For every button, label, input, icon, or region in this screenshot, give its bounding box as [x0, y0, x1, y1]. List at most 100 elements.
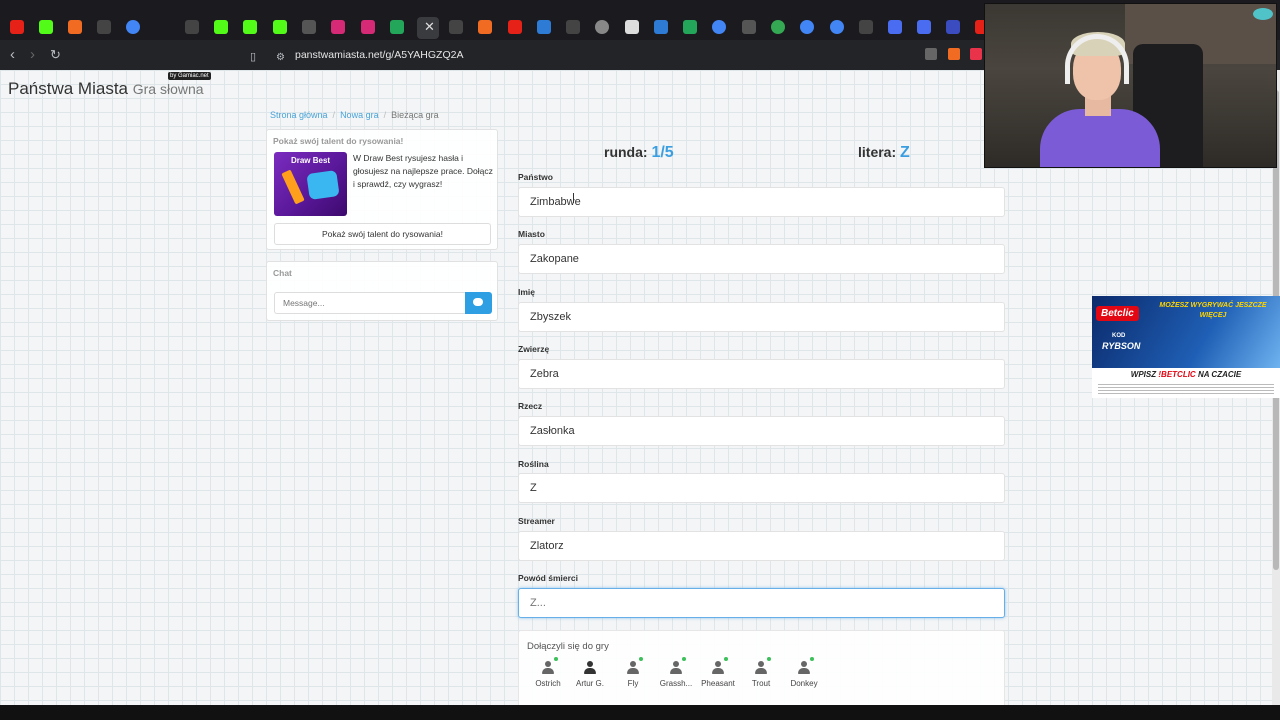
field-label-powod: Powód śmierci	[518, 573, 578, 583]
online-status-icon	[682, 657, 686, 661]
site-icon[interactable]	[625, 20, 639, 34]
field-input-zwierze[interactable]	[518, 359, 1005, 389]
online-status-icon	[554, 657, 558, 661]
promo-title: Pokaż swój talent do rysowania!	[273, 136, 404, 146]
tiktok-icon[interactable]	[859, 20, 873, 34]
site-icon[interactable]	[390, 20, 404, 34]
ad-footer: WPISZ !BETCLIC NA CZACIE	[1092, 370, 1280, 379]
field-input-streamer[interactable]	[518, 531, 1005, 561]
ad-code-label: KOD	[1112, 333, 1126, 339]
share-icon[interactable]	[925, 48, 937, 60]
joined-players-panel: Dołączyli się do gry Ostrich Artur G. Fl…	[518, 630, 1005, 705]
breadcrumb-new-game[interactable]: Nowa gra	[340, 110, 379, 120]
ad-footer-prefix: WPISZ	[1130, 370, 1157, 379]
chat-message-input[interactable]	[274, 292, 465, 314]
brand-tag: by Gamiac.net	[168, 72, 211, 80]
tiktok-icon[interactable]	[566, 20, 580, 34]
site-icon[interactable]	[917, 20, 931, 34]
webcam-overlay	[984, 3, 1277, 168]
player-name: Pheasant	[701, 679, 735, 688]
user-icon	[669, 657, 686, 675]
player-card: Trout	[741, 657, 781, 688]
player-card: Pheasant	[698, 657, 738, 688]
user-icon	[626, 657, 643, 675]
field-input-panstwo[interactable]	[518, 187, 1005, 217]
close-tab-icon[interactable]: ✕	[424, 20, 435, 34]
player-name: Donkey	[790, 679, 818, 688]
home-icon[interactable]	[68, 20, 82, 34]
draw-best-image-title: Draw Best	[290, 156, 331, 165]
google-icon[interactable]	[800, 20, 814, 34]
player-card: Grassh...	[656, 657, 696, 688]
maps-icon[interactable]	[771, 20, 785, 34]
youtube-icon[interactable]	[10, 20, 24, 34]
site-settings-icon[interactable]: ⚙	[276, 49, 285, 67]
player-card: Donkey	[784, 657, 824, 688]
user-icon	[754, 657, 771, 675]
field-input-powod[interactable]	[518, 588, 1005, 618]
site-icon[interactable]	[946, 20, 960, 34]
back-arrow-icon[interactable]: ‹	[10, 46, 15, 64]
rewards-icon[interactable]	[970, 48, 982, 60]
google-icon[interactable]	[712, 20, 726, 34]
url-bar[interactable]: panstwamiasta.net/g/A5YAHGZQ2A	[295, 49, 463, 61]
instagram-icon[interactable]	[361, 20, 375, 34]
tiktok-icon[interactable]	[449, 20, 463, 34]
field-label-panstwo: Państwo	[518, 172, 553, 182]
tiktok-icon[interactable]	[97, 20, 111, 34]
kick-icon[interactable]	[243, 20, 257, 34]
kick-icon[interactable]	[39, 20, 53, 34]
field-input-miasto[interactable]	[518, 244, 1005, 274]
kick-icon[interactable]	[273, 20, 287, 34]
bookmark-icon[interactable]: ▯	[250, 48, 256, 66]
brave-shield-icon[interactable]	[948, 48, 960, 60]
field-input-rzecz[interactable]	[518, 416, 1005, 446]
field-label-miasto: Miasto	[518, 229, 545, 239]
field-label-streamer: Streamer	[518, 516, 555, 526]
letter-label: litera:	[858, 144, 897, 160]
chat-send-button[interactable]	[465, 292, 492, 314]
draw-best-image[interactable]: Draw Best	[274, 152, 347, 216]
player-card: Ostrich	[528, 657, 568, 688]
promo-button[interactable]: Pokaż swój talent do rysowania!	[274, 223, 491, 245]
site-logo[interactable]: Państwa Miasta Gra słowna	[8, 79, 204, 99]
speech-bubble-icon	[473, 298, 483, 306]
player-name: Ostrich	[535, 679, 561, 688]
webcam-light	[1253, 8, 1273, 20]
tiktok-icon[interactable]	[185, 20, 199, 34]
x-icon[interactable]	[742, 20, 756, 34]
chat-title: Chat	[273, 268, 292, 278]
ad-code-value: RYBSON	[1102, 341, 1141, 351]
reload-icon[interactable]: ↻	[50, 46, 61, 64]
user-icon	[711, 657, 728, 675]
instagram-icon[interactable]	[331, 20, 345, 34]
youtube-icon[interactable]	[508, 20, 522, 34]
mouse-cursor	[573, 193, 574, 203]
x-icon[interactable]	[302, 20, 316, 34]
field-input-roslina[interactable]	[518, 473, 1005, 503]
site-icon[interactable]	[683, 20, 697, 34]
kick-icon[interactable]	[214, 20, 228, 34]
breadcrumb-home[interactable]: Strona główna	[270, 110, 328, 120]
site-icon[interactable]	[537, 20, 551, 34]
site-icon[interactable]	[888, 20, 902, 34]
round-label: runda:	[604, 144, 648, 160]
player-name: Artur G.	[575, 679, 604, 688]
field-input-imie[interactable]	[518, 302, 1005, 332]
webcam-person-body	[1040, 109, 1160, 167]
google-icon[interactable]	[126, 20, 140, 34]
pencil-icon	[281, 169, 305, 205]
site-icon[interactable]	[654, 20, 668, 34]
home-icon[interactable]	[478, 20, 492, 34]
site-icon[interactable]	[595, 20, 609, 34]
field-label-imie: Imię	[518, 287, 536, 297]
user-icon	[541, 657, 558, 675]
joined-title: Dołączyli się do gry	[527, 641, 609, 652]
taskbar-strip	[0, 705, 1280, 720]
forward-arrow-icon[interactable]: ›	[30, 46, 35, 64]
user-icon	[797, 657, 814, 675]
field-label-roslina: Roślina	[518, 459, 549, 469]
google-icon[interactable]	[830, 20, 844, 34]
player-name: Fly	[627, 679, 639, 688]
online-status-icon	[639, 657, 643, 661]
